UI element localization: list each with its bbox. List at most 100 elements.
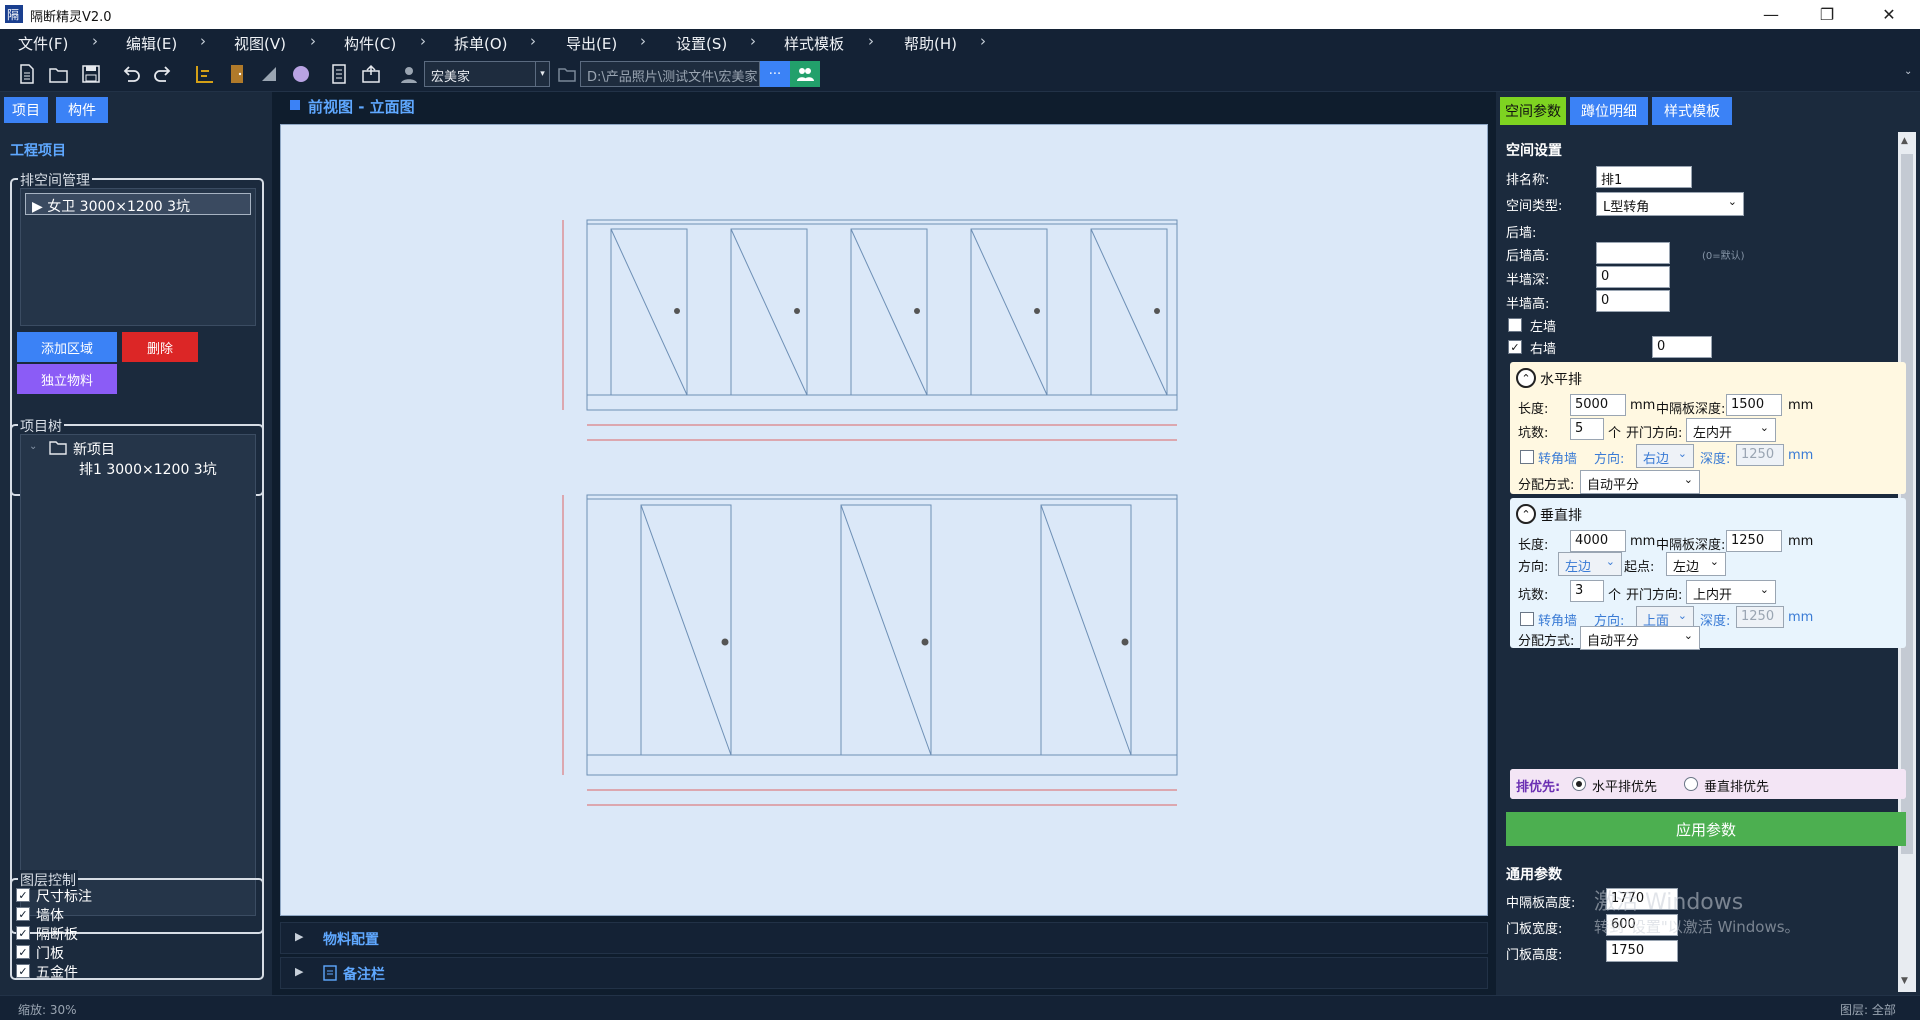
tree-collapse-icon[interactable]: ⌄ [29,441,37,452]
delete-button[interactable]: 删除 [122,332,198,362]
view-marker-icon [290,100,300,110]
general-params-title: 通用参数 [1506,867,1562,883]
collapse-up-icon[interactable]: ⌃ [1516,368,1536,388]
menu-help[interactable]: 帮助(H) [904,33,957,54]
open-folder-icon[interactable] [48,63,70,85]
vertical-distribution-select[interactable]: 自动平分 ⌄ [1580,626,1700,650]
elevation-drawing [562,219,1178,806]
user-icon [401,67,417,83]
corner-direction-value: 右边 [1643,452,1670,467]
priority-horizontal-radio[interactable] [1572,777,1586,791]
vertical-length-input[interactable]: 4000 [1570,530,1626,552]
back-wall-hint: (0=默认) [1702,251,1745,262]
menu-settings[interactable]: 设置(S) [676,33,727,54]
menu-export[interactable]: 导出(E) [566,33,617,54]
save-icon[interactable] [80,63,102,85]
horizontal-corner-wall-checkbox[interactable] [1520,450,1534,464]
vertical-corner-wall-checkbox[interactable] [1520,612,1534,626]
export-icon[interactable] [360,63,382,85]
door-icon[interactable] [226,63,248,85]
vertical-start-select[interactable]: 左边 ⌄ [1666,552,1726,576]
path-field[interactable]: D:\产品照片\测试文件\宏美家 [580,61,760,87]
layer-partition-checkbox[interactable]: ✓ [16,926,30,940]
chevron-down-icon: ⌄ [1683,473,1693,486]
horizontal-distribution-select[interactable]: 自动平分 ⌄ [1580,470,1700,494]
measure-icon[interactable] [194,63,216,85]
vertical-direction-select[interactable]: 左边 ⌄ [1558,552,1622,576]
menu-component[interactable]: 构件(C) [344,33,396,54]
scroll-down-icon[interactable]: ▼ [1901,976,1908,986]
corner-icon[interactable] [258,63,280,85]
horizontal-length-input[interactable]: 5000 [1570,394,1626,416]
add-area-button[interactable]: 添加区域 [17,332,117,362]
redo-icon[interactable] [152,63,174,85]
back-wall-height-input[interactable] [1596,242,1670,264]
space-settings-title: 空间设置 [1506,143,1562,159]
undo-icon[interactable] [120,63,142,85]
toolbar-overflow-icon[interactable]: ⌄ [1904,66,1912,77]
scroll-up-icon[interactable]: ▲ [1901,136,1908,146]
priority-label: 排优先: [1516,780,1561,795]
menu-chevron-icon: › [200,32,206,50]
zoom-status: 缩放: 30% [18,1003,77,1017]
menu-chevron-icon: › [980,32,986,50]
menu-split-order[interactable]: 拆单(O) [454,33,508,54]
menu-view[interactable]: 视图(V) [234,33,286,54]
new-file-icon[interactable] [16,63,38,85]
right-wall-input[interactable]: 0 [1652,336,1712,358]
close-button[interactable]: ✕ [1862,0,1916,29]
half-wall-depth-label: 半墙深: [1506,273,1550,288]
apply-params-button[interactable]: 应用参数 [1506,812,1906,846]
material-config-label: 物料配置 [323,932,379,948]
user-select[interactable]: 宏美家 ▾ [424,61,550,87]
tab-project[interactable]: 项目 [4,97,48,123]
tree-child[interactable]: 排1 3000×1200 3坑 [79,459,217,479]
tab-stall-details[interactable]: 蹲位明细 [1570,97,1648,125]
notes-bar[interactable]: ▶ 备注栏 [280,957,1488,989]
row-name-input[interactable]: 排1 [1596,166,1692,188]
door-height-input[interactable]: 1750 [1606,940,1678,962]
menu-style-template[interactable]: 样式模板 [784,33,844,54]
browse-button[interactable]: ··· [760,61,790,87]
chevron-down-icon: ⌄ [1683,629,1693,642]
chevron-down-icon[interactable]: ▾ [535,62,549,86]
layer-wall-checkbox[interactable]: ✓ [16,907,30,921]
tab-space-params[interactable]: 空间参数 [1500,97,1566,125]
right-wall-checkbox[interactable]: ✓ [1508,340,1522,354]
space-list-item[interactable]: ▶ 女卫 3000×1200 3坑 [25,193,251,215]
horizontal-mid-depth-input[interactable]: 1500 [1726,394,1782,416]
independent-material-button[interactable]: 独立物料 [17,364,117,394]
vertical-depth-input[interactable]: 1250 [1736,606,1784,628]
collapse-up-icon[interactable]: ⌃ [1516,504,1536,524]
menu-edit[interactable]: 编辑(E) [126,33,177,54]
half-wall-depth-input[interactable]: 0 [1596,266,1670,288]
horizontal-corner-direction-select[interactable]: 右边 ⌄ [1636,444,1694,468]
vertical-door-direction-select[interactable]: 上内开 ⌄ [1686,580,1776,604]
layer-hardware-checkbox[interactable]: ✓ [16,964,30,978]
horizontal-row-handles [674,308,1160,314]
horizontal-depth-input[interactable]: 1250 [1736,444,1784,466]
left-wall-checkbox[interactable] [1508,318,1522,332]
layer-door-checkbox[interactable]: ✓ [16,945,30,959]
vertical-mid-depth-input[interactable]: 1250 [1726,530,1782,552]
report-icon[interactable] [328,63,350,85]
space-type-value: L型转角 [1603,200,1650,215]
drawing-canvas[interactable] [280,124,1488,916]
horizontal-door-direction-select[interactable]: 左内开 ⌄ [1686,418,1776,442]
vertical-count-input[interactable]: 3 [1570,580,1604,602]
maximize-button[interactable]: ❐ [1800,0,1854,29]
space-list: ▶ 女卫 3000×1200 3坑 [20,188,256,326]
priority-vertical-radio[interactable] [1684,777,1698,791]
half-wall-height-input[interactable]: 0 [1596,290,1670,312]
circle-tool-icon[interactable] [290,63,312,85]
tab-style-template[interactable]: 样式模板 [1652,97,1732,125]
material-config-bar[interactable]: ▶ 物料配置 [280,922,1488,954]
layer-dimension-checkbox[interactable]: ✓ [16,888,30,902]
tab-component[interactable]: 构件 [56,97,108,123]
minimize-button[interactable]: — [1744,0,1798,29]
tree-root[interactable]: 新项目 [73,439,115,459]
horizontal-count-input[interactable]: 5 [1570,418,1604,440]
menu-file[interactable]: 文件(F) [18,33,68,54]
users-button[interactable] [790,61,820,87]
space-type-select[interactable]: L型转角 ⌄ [1596,192,1744,216]
